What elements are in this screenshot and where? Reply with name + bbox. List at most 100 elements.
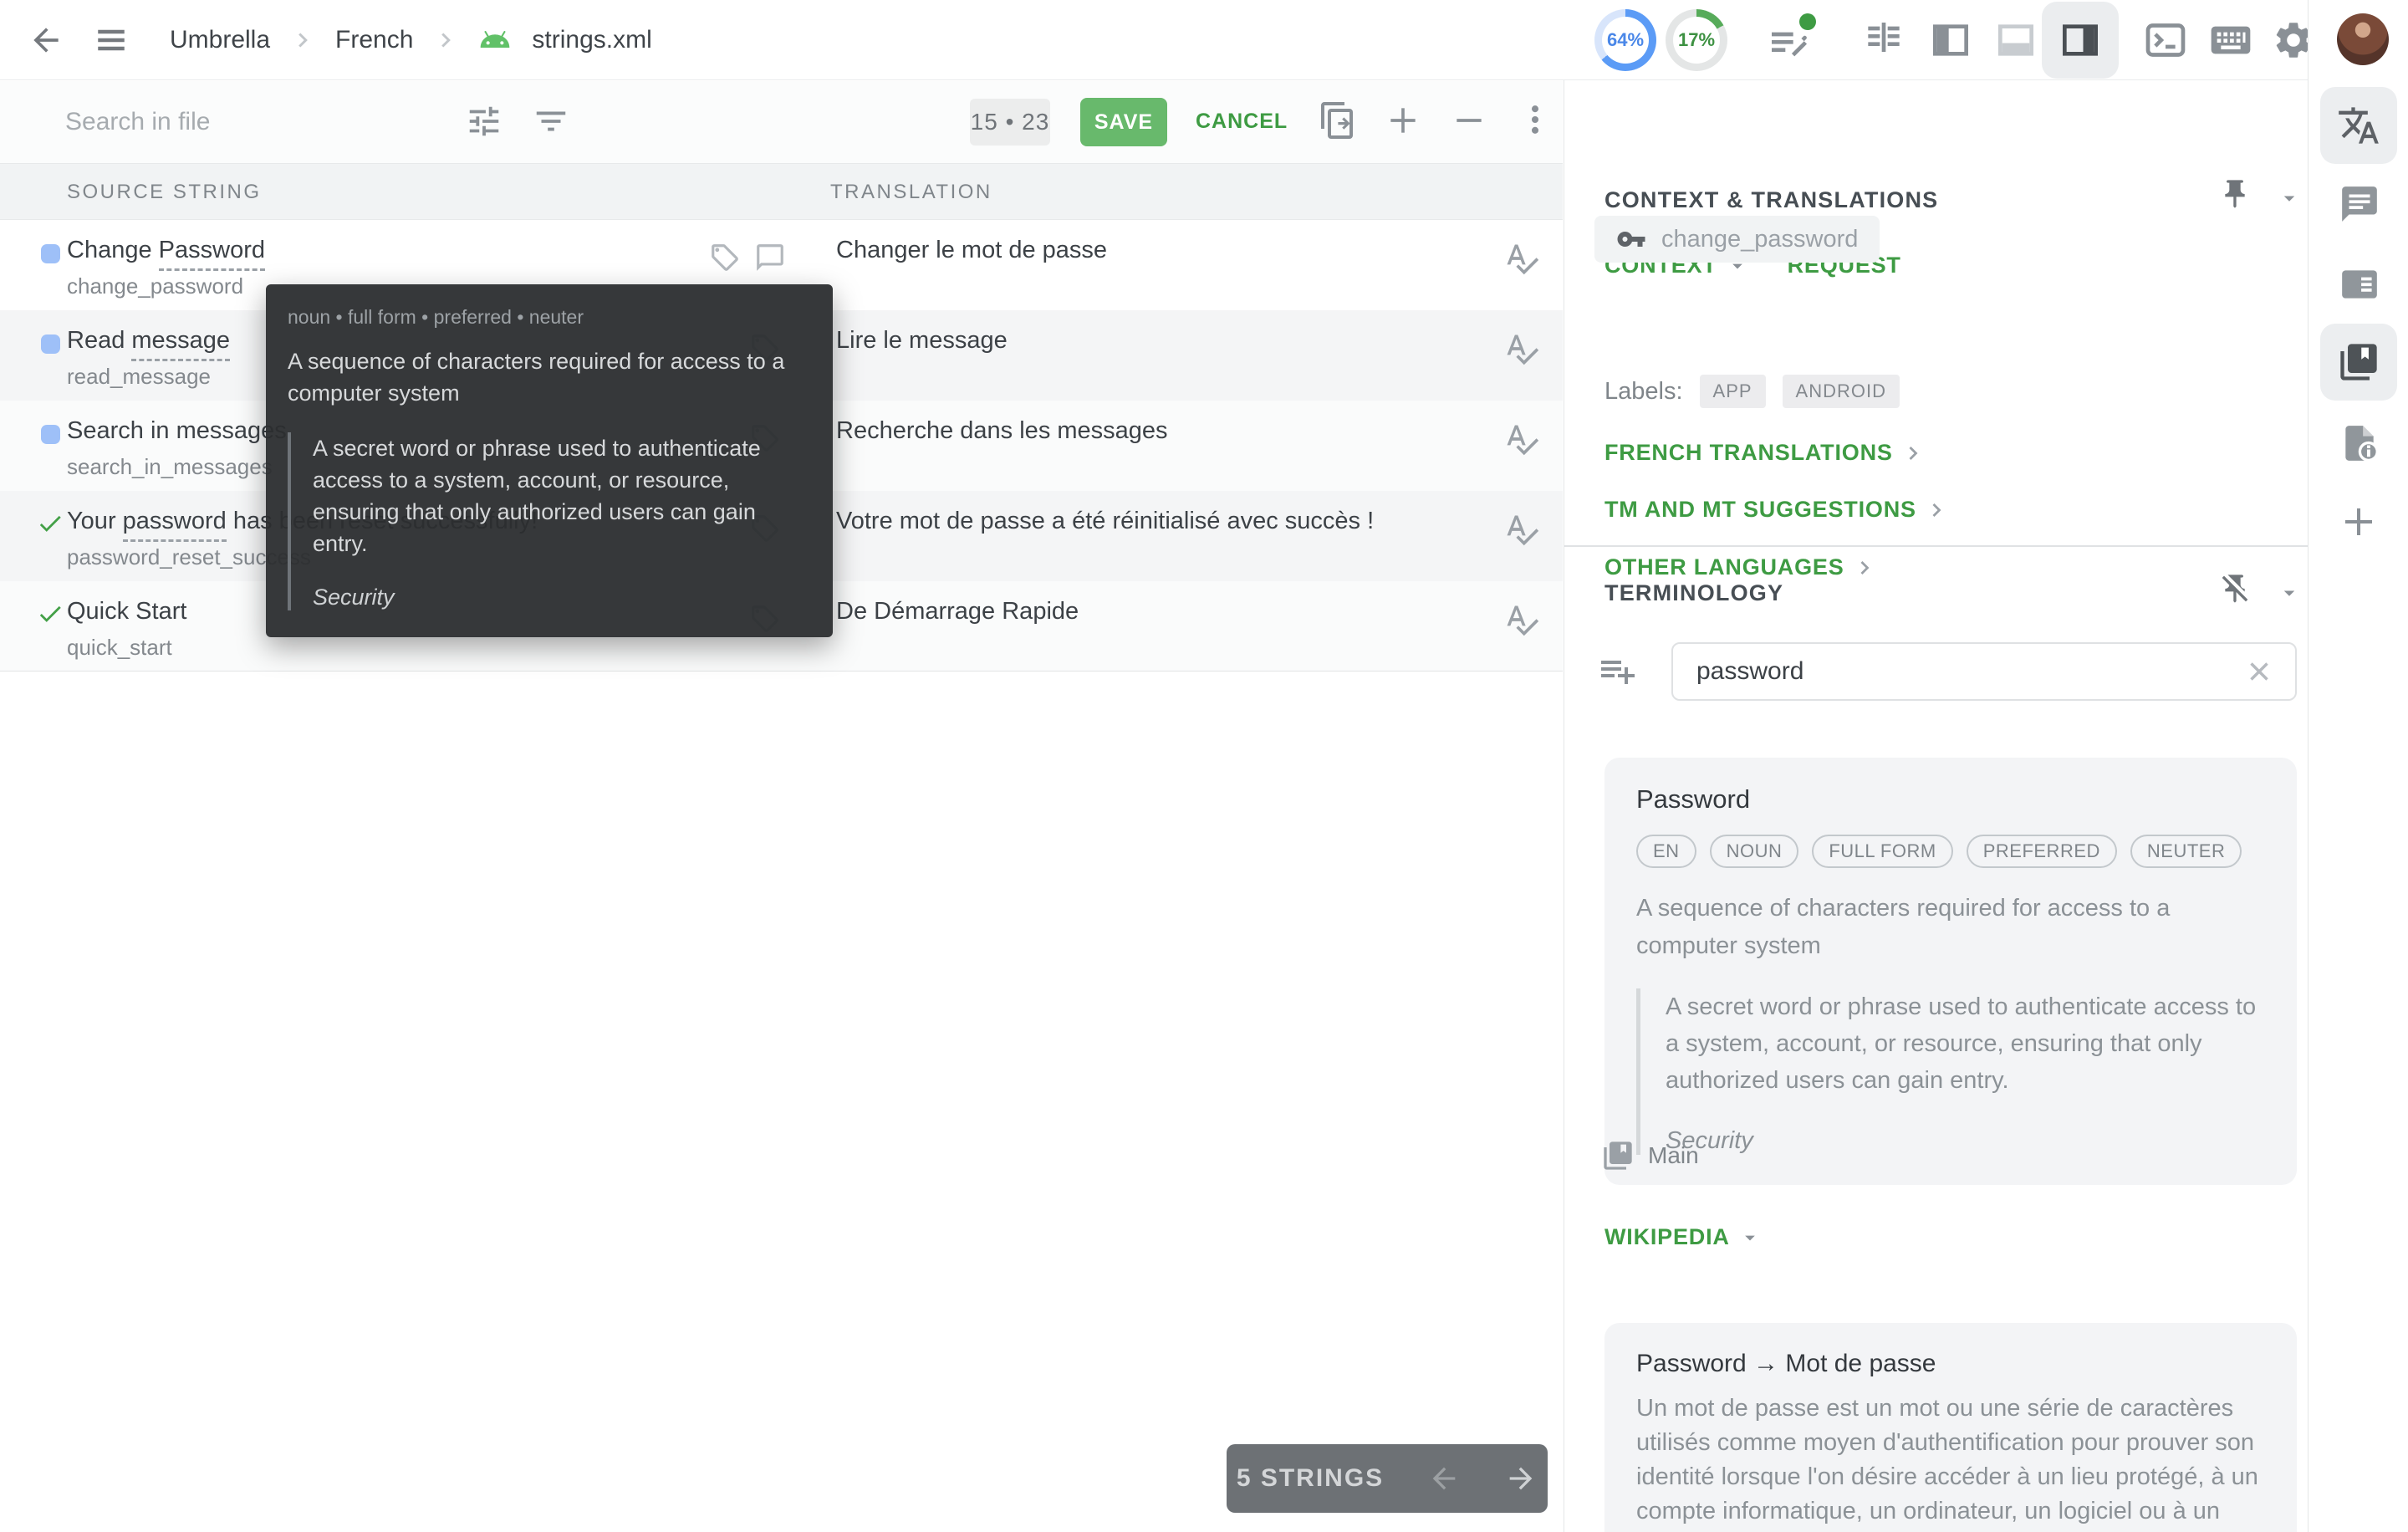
glossary-book-icon	[1601, 1139, 1635, 1172]
filter-list-icon[interactable]	[532, 102, 570, 140]
approved-status-icon	[36, 600, 64, 628]
term-definition: A sequence of characters required for ac…	[288, 345, 802, 409]
terminology-search-input[interactable]	[1671, 642, 2297, 701]
string-key: change_password	[67, 273, 243, 299]
translation-text[interactable]: Lire le message	[836, 327, 1008, 355]
glossary-link[interactable]: Main	[1601, 1139, 1699, 1172]
term-usage-text: A secret word or phrase used to authenti…	[313, 432, 785, 559]
term-badge: PREFERRED	[1967, 835, 2117, 868]
untranslated-status-icon	[41, 425, 60, 444]
string-key-value: change_password	[1661, 226, 1858, 253]
right-panel-view-icon[interactable]	[2042, 2, 2119, 79]
translated-progress-ring[interactable]: 64%	[1594, 9, 1656, 71]
add-string-icon[interactable]	[1385, 102, 1421, 139]
chevron-right-icon	[1925, 498, 1948, 522]
collapse-panel-icon[interactable]	[2277, 186, 2302, 211]
remove-string-icon[interactable]	[1451, 102, 1487, 139]
left-panel-view-icon[interactable]	[1927, 17, 1974, 64]
labels-row: Labels: APP ANDROID	[1604, 375, 1900, 408]
untranslated-status-icon	[41, 334, 60, 354]
bottom-panel-view-icon[interactable]	[1992, 17, 2039, 64]
key-icon	[1616, 224, 1646, 254]
section-tm-mt-suggestions[interactable]: TM AND MT SUGGESTIONS	[1604, 497, 1948, 523]
side-by-side-view-icon[interactable]	[1860, 17, 1907, 64]
string-key-chip[interactable]: change_password	[1594, 216, 1880, 263]
glossary-name: Main	[1648, 1142, 1699, 1169]
term-usage-quote: A secret word or phrase used to authenti…	[1636, 988, 2265, 1155]
avatar[interactable]	[2337, 13, 2389, 65]
translation-text[interactable]: Changer le mot de passe	[836, 237, 1107, 264]
approved-progress-ring[interactable]: 17%	[1666, 9, 1727, 71]
save-button[interactable]: SAVE	[1080, 98, 1167, 146]
term-definition: A sequence of characters required for ac…	[1636, 890, 2265, 965]
terminology-panel-icon[interactable]	[2320, 324, 2397, 401]
glossary-term[interactable]: password	[123, 508, 227, 542]
pin-panel-icon[interactable]	[2218, 177, 2252, 211]
translation-header: TRANSLATION	[830, 181, 992, 204]
approved-status-icon	[36, 509, 64, 538]
file-info-panel-icon[interactable]	[2339, 422, 2380, 464]
pin-off-icon[interactable]	[2218, 572, 2252, 605]
term-badges: EN NOUN FULL FORM PREFERRED NEUTER	[1636, 835, 2265, 868]
section-other-languages[interactable]: OTHER LANGUAGES	[1604, 554, 1876, 580]
context-card-panel-icon[interactable]	[2339, 263, 2380, 305]
wikipedia-section[interactable]: WIKIPEDIA	[1604, 1224, 1762, 1250]
terminology-term-card: Password EN NOUN FULL FORM PREFERRED NEU…	[1604, 758, 2297, 1185]
breadcrumb-language[interactable]: French	[335, 26, 413, 54]
strings-pagination: 5 STRINGS	[1227, 1444, 1548, 1513]
comment-icon[interactable]	[754, 242, 786, 273]
spellcheck-icon[interactable]	[1503, 240, 1540, 277]
collapse-terminology-icon[interactable]	[2277, 580, 2302, 605]
string-key: quick_start	[67, 635, 172, 661]
term-badge: NOUN	[1710, 835, 1799, 868]
spellcheck-icon[interactable]	[1503, 421, 1540, 457]
section-french-translations[interactable]: FRENCH TRANSLATIONS	[1604, 440, 1925, 466]
term-badge: NEUTER	[2130, 835, 2242, 868]
string-key: read_message	[67, 364, 211, 390]
string-key: search_in_messages	[67, 454, 273, 480]
copy-source-icon[interactable]	[1318, 100, 1358, 140]
source-string-text: Search in messages	[67, 417, 287, 445]
translation-text[interactable]: Votre mot de passe a été réinitialisé av…	[836, 508, 1374, 535]
source-string-header: SOURCE STRING	[67, 181, 262, 204]
keyboard-icon[interactable]	[2207, 17, 2254, 64]
menu-icon[interactable]	[94, 23, 129, 58]
term-source: Security	[313, 585, 808, 610]
tag-icon[interactable]	[709, 242, 741, 273]
breadcrumb-project[interactable]: Umbrella	[170, 26, 270, 54]
glossary-term[interactable]: message	[131, 327, 230, 361]
notification-dot	[1799, 13, 1816, 30]
tune-filters-icon[interactable]	[465, 102, 503, 140]
wikipedia-article-title: Password → Mot de passe	[1636, 1350, 2265, 1378]
translation-text[interactable]: Recherche dans les messages	[836, 417, 1168, 445]
translation-text[interactable]: De Démarrage Rapide	[836, 598, 1079, 626]
label-badge[interactable]: ANDROID	[1783, 375, 1900, 408]
spellcheck-icon[interactable]	[1503, 330, 1540, 367]
comments-panel-icon[interactable]	[2339, 183, 2380, 225]
wikipedia-card: Password → Mot de passe Un mot de passe …	[1604, 1323, 2297, 1532]
breadcrumb-file[interactable]: strings.xml	[532, 26, 651, 54]
label-badge[interactable]: APP	[1700, 375, 1766, 408]
next-page-icon[interactable]	[1504, 1462, 1538, 1495]
term-title: Password	[1636, 784, 2265, 815]
spellcheck-icon[interactable]	[1503, 601, 1540, 638]
string-position-counter: 15 • 23	[970, 99, 1050, 146]
term-meta: noun • full form • preferred • neuter	[288, 306, 808, 329]
previous-page-icon[interactable]	[1427, 1462, 1461, 1495]
terminal-icon[interactable]	[2142, 17, 2189, 64]
android-icon	[478, 23, 512, 57]
back-icon[interactable]	[28, 22, 64, 59]
term-badge: FULL FORM	[1812, 835, 1952, 868]
row-icons	[709, 242, 786, 273]
glossary-term[interactable]: Password	[159, 237, 265, 271]
cancel-button[interactable]: CANCEL	[1196, 110, 1288, 134]
more-options-icon[interactable]	[1517, 101, 1553, 138]
add-panel-icon[interactable]	[2339, 502, 2379, 542]
translations-panel-icon[interactable]	[2320, 87, 2397, 164]
chevron-right-icon	[1853, 556, 1876, 580]
notes-edit-icon[interactable]	[1766, 17, 1813, 64]
clear-search-icon[interactable]	[2243, 656, 2275, 687]
search-in-file-input[interactable]	[65, 101, 425, 143]
spellcheck-icon[interactable]	[1503, 511, 1540, 548]
add-term-icon[interactable]	[1598, 651, 1638, 691]
